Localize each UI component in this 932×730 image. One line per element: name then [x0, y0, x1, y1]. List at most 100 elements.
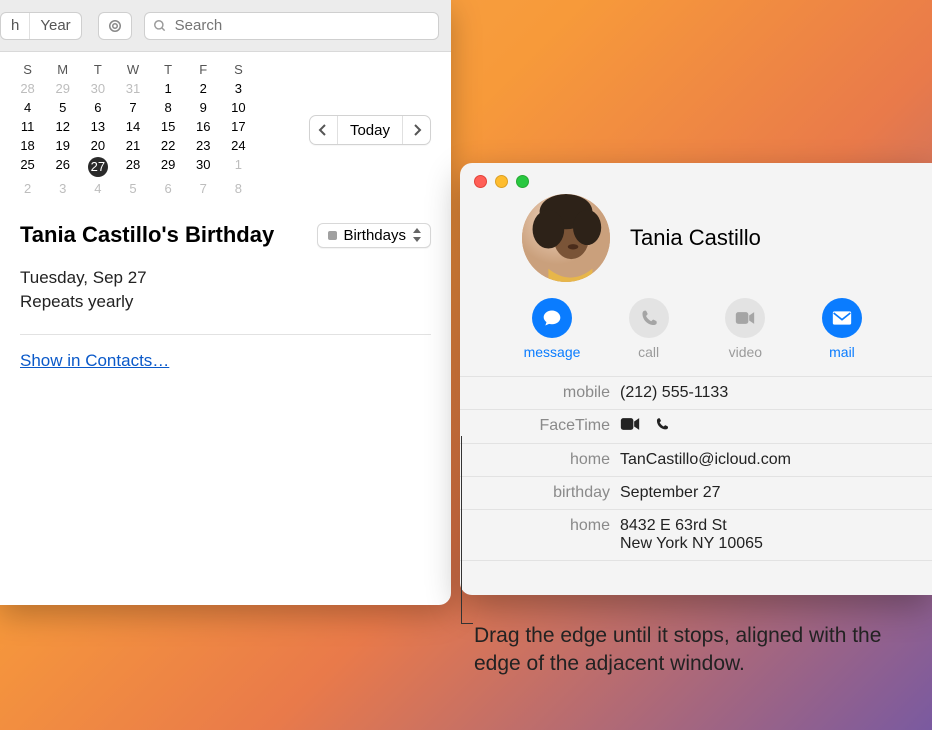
- date-cell[interactable]: 5: [45, 98, 80, 117]
- date-cell[interactable]: 27: [80, 155, 115, 179]
- callout-caption: Drag the edge until it stops, aligned wi…: [474, 622, 894, 679]
- date-cell[interactable]: 28: [10, 79, 45, 98]
- date-cell[interactable]: 14: [115, 117, 150, 136]
- search-field[interactable]: [144, 12, 439, 40]
- date-cell[interactable]: 3: [221, 79, 256, 98]
- home-email-value[interactable]: TanCastillo@icloud.com: [620, 451, 912, 469]
- date-cell[interactable]: 22: [151, 136, 186, 155]
- date-cell[interactable]: 3: [45, 179, 80, 198]
- date-cell[interactable]: 12: [45, 117, 80, 136]
- date-cell[interactable]: 23: [186, 136, 221, 155]
- date-cell[interactable]: 8: [151, 98, 186, 117]
- date-cell[interactable]: 29: [151, 155, 186, 179]
- date-cell[interactable]: 9: [186, 98, 221, 117]
- search-icon: [153, 19, 167, 33]
- date-cell[interactable]: 10: [221, 98, 256, 117]
- date-cell[interactable]: 31: [115, 79, 150, 98]
- event-date: Tuesday, Sep 27: [20, 268, 431, 288]
- date-cell[interactable]: 2: [186, 79, 221, 98]
- today-button[interactable]: Today: [338, 122, 402, 139]
- minimize-window-button[interactable]: [495, 175, 508, 188]
- date-cell[interactable]: 7: [115, 98, 150, 117]
- date-cell[interactable]: 18: [10, 136, 45, 155]
- dow-cell: W: [115, 62, 150, 77]
- field-home-email: home TanCastillo@icloud.com: [460, 443, 932, 476]
- date-cell[interactable]: 4: [80, 179, 115, 198]
- home-address-value[interactable]: 8432 E 63rd St New York NY 10065: [620, 517, 912, 553]
- date-cell[interactable]: 19: [45, 136, 80, 155]
- mobile-value[interactable]: (212) 555-1133: [620, 384, 912, 402]
- date-cell[interactable]: 1: [221, 155, 256, 179]
- mail-icon: [832, 310, 852, 326]
- dow-cell: T: [80, 62, 115, 77]
- show-in-contacts-link[interactable]: Show in Contacts…: [20, 351, 169, 370]
- date-cell[interactable]: 28: [115, 155, 150, 179]
- call-action[interactable]: call: [617, 298, 681, 360]
- calendar-picker-label: Birthdays: [343, 227, 406, 244]
- chevron-right-icon: [412, 124, 422, 136]
- calendar-picker[interactable]: Birthdays: [317, 223, 431, 248]
- airplay-icon: [106, 17, 124, 35]
- avatar[interactable]: [522, 194, 610, 282]
- prev-button[interactable]: [310, 116, 338, 144]
- seg-year-button[interactable]: Year: [30, 13, 80, 39]
- addr-line2: New York NY 10065: [620, 535, 912, 553]
- facetime-video-button[interactable]: [620, 417, 640, 436]
- date-cell[interactable]: 26: [45, 155, 80, 179]
- date-cell[interactable]: 30: [186, 155, 221, 179]
- date-cell[interactable]: 6: [151, 179, 186, 198]
- dow-cell: S: [10, 62, 45, 77]
- date-cell[interactable]: 11: [10, 117, 45, 136]
- mobile-label: mobile: [460, 384, 610, 402]
- date-cell[interactable]: 20: [80, 136, 115, 155]
- close-window-button[interactable]: [474, 175, 487, 188]
- date-cell[interactable]: 15: [151, 117, 186, 136]
- message-label: message: [524, 344, 581, 360]
- mail-label: mail: [829, 344, 855, 360]
- date-cell[interactable]: 2: [10, 179, 45, 198]
- dow-cell: T: [151, 62, 186, 77]
- facetime-audio-button[interactable]: [652, 417, 672, 436]
- date-cell[interactable]: 30: [80, 79, 115, 98]
- addr-line1: 8432 E 63rd St: [620, 517, 912, 535]
- date-cell[interactable]: 24: [221, 136, 256, 155]
- event-title-row: Tania Castillo's Birthday Birthdays: [20, 222, 431, 248]
- callout-leader-line: [461, 436, 473, 624]
- date-cell[interactable]: 8: [221, 179, 256, 198]
- airplay-button[interactable]: [98, 12, 132, 40]
- date-cell[interactable]: 21: [115, 136, 150, 155]
- field-home-address: home 8432 E 63rd St New York NY 10065: [460, 509, 932, 561]
- contact-name: Tania Castillo: [630, 225, 761, 251]
- date-cell[interactable]: 16: [186, 117, 221, 136]
- phone-icon: [652, 417, 672, 431]
- zoom-window-button[interactable]: [516, 175, 529, 188]
- today-control: Today: [309, 115, 431, 145]
- field-mobile: mobile (212) 555-1133: [460, 376, 932, 409]
- birthday-value: September 27: [620, 484, 912, 502]
- search-input[interactable]: [173, 16, 430, 35]
- date-cell[interactable]: 7: [186, 179, 221, 198]
- date-cell[interactable]: 29: [45, 79, 80, 98]
- video-icon: [620, 417, 640, 431]
- mail-action[interactable]: mail: [810, 298, 874, 360]
- date-cell[interactable]: 5: [115, 179, 150, 198]
- next-button[interactable]: [402, 116, 430, 144]
- dow-cell: S: [221, 62, 256, 77]
- home-address-label: home: [460, 517, 610, 535]
- date-cell[interactable]: 4: [10, 98, 45, 117]
- home-email-label: home: [460, 451, 610, 469]
- date-cell[interactable]: 1: [151, 79, 186, 98]
- date-cell[interactable]: 17: [221, 117, 256, 136]
- window-controls: [460, 163, 932, 188]
- event-details: Tania Castillo's Birthday Birthdays Tues…: [0, 198, 451, 371]
- date-cell[interactable]: 25: [10, 155, 45, 179]
- seg-month-button[interactable]: h: [1, 13, 30, 39]
- calendar-window: h Year SMTWTFS 2829303112345678910111213…: [0, 0, 451, 605]
- facetime-label: FaceTime: [460, 417, 610, 435]
- message-action[interactable]: message: [520, 298, 584, 360]
- facetime-value: [620, 417, 912, 436]
- date-cell[interactable]: 6: [80, 98, 115, 117]
- date-cell[interactable]: 13: [80, 117, 115, 136]
- video-action[interactable]: video: [713, 298, 777, 360]
- dow-cell: F: [186, 62, 221, 77]
